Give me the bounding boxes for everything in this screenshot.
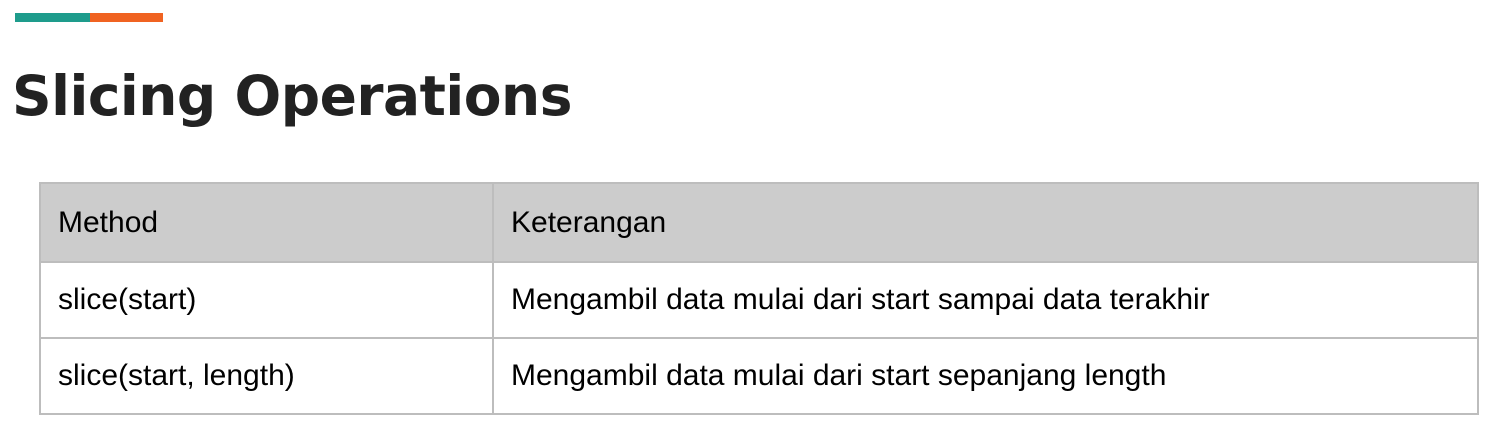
methods-table: Method Keterangan slice(start) Mengambil… xyxy=(39,182,1479,415)
table-row: slice(start, length) Mengambil data mula… xyxy=(39,337,1479,415)
accent-bar-orange-segment xyxy=(90,13,163,22)
method-cell: slice(start) xyxy=(39,261,494,339)
description-cell: Mengambil data mulai dari start sampai d… xyxy=(492,261,1479,339)
column-header-keterangan: Keterangan xyxy=(492,182,1479,263)
table-row: slice(start) Mengambil data mulai dari s… xyxy=(39,261,1479,339)
table-header-row: Method Keterangan xyxy=(39,182,1479,263)
method-cell: slice(start, length) xyxy=(39,337,494,415)
accent-bar xyxy=(15,13,163,22)
accent-bar-teal-segment xyxy=(15,13,90,22)
description-cell: Mengambil data mulai dari start sepanjan… xyxy=(492,337,1479,415)
page-title: Slicing Operations xyxy=(12,64,572,128)
column-header-method: Method xyxy=(39,182,494,263)
